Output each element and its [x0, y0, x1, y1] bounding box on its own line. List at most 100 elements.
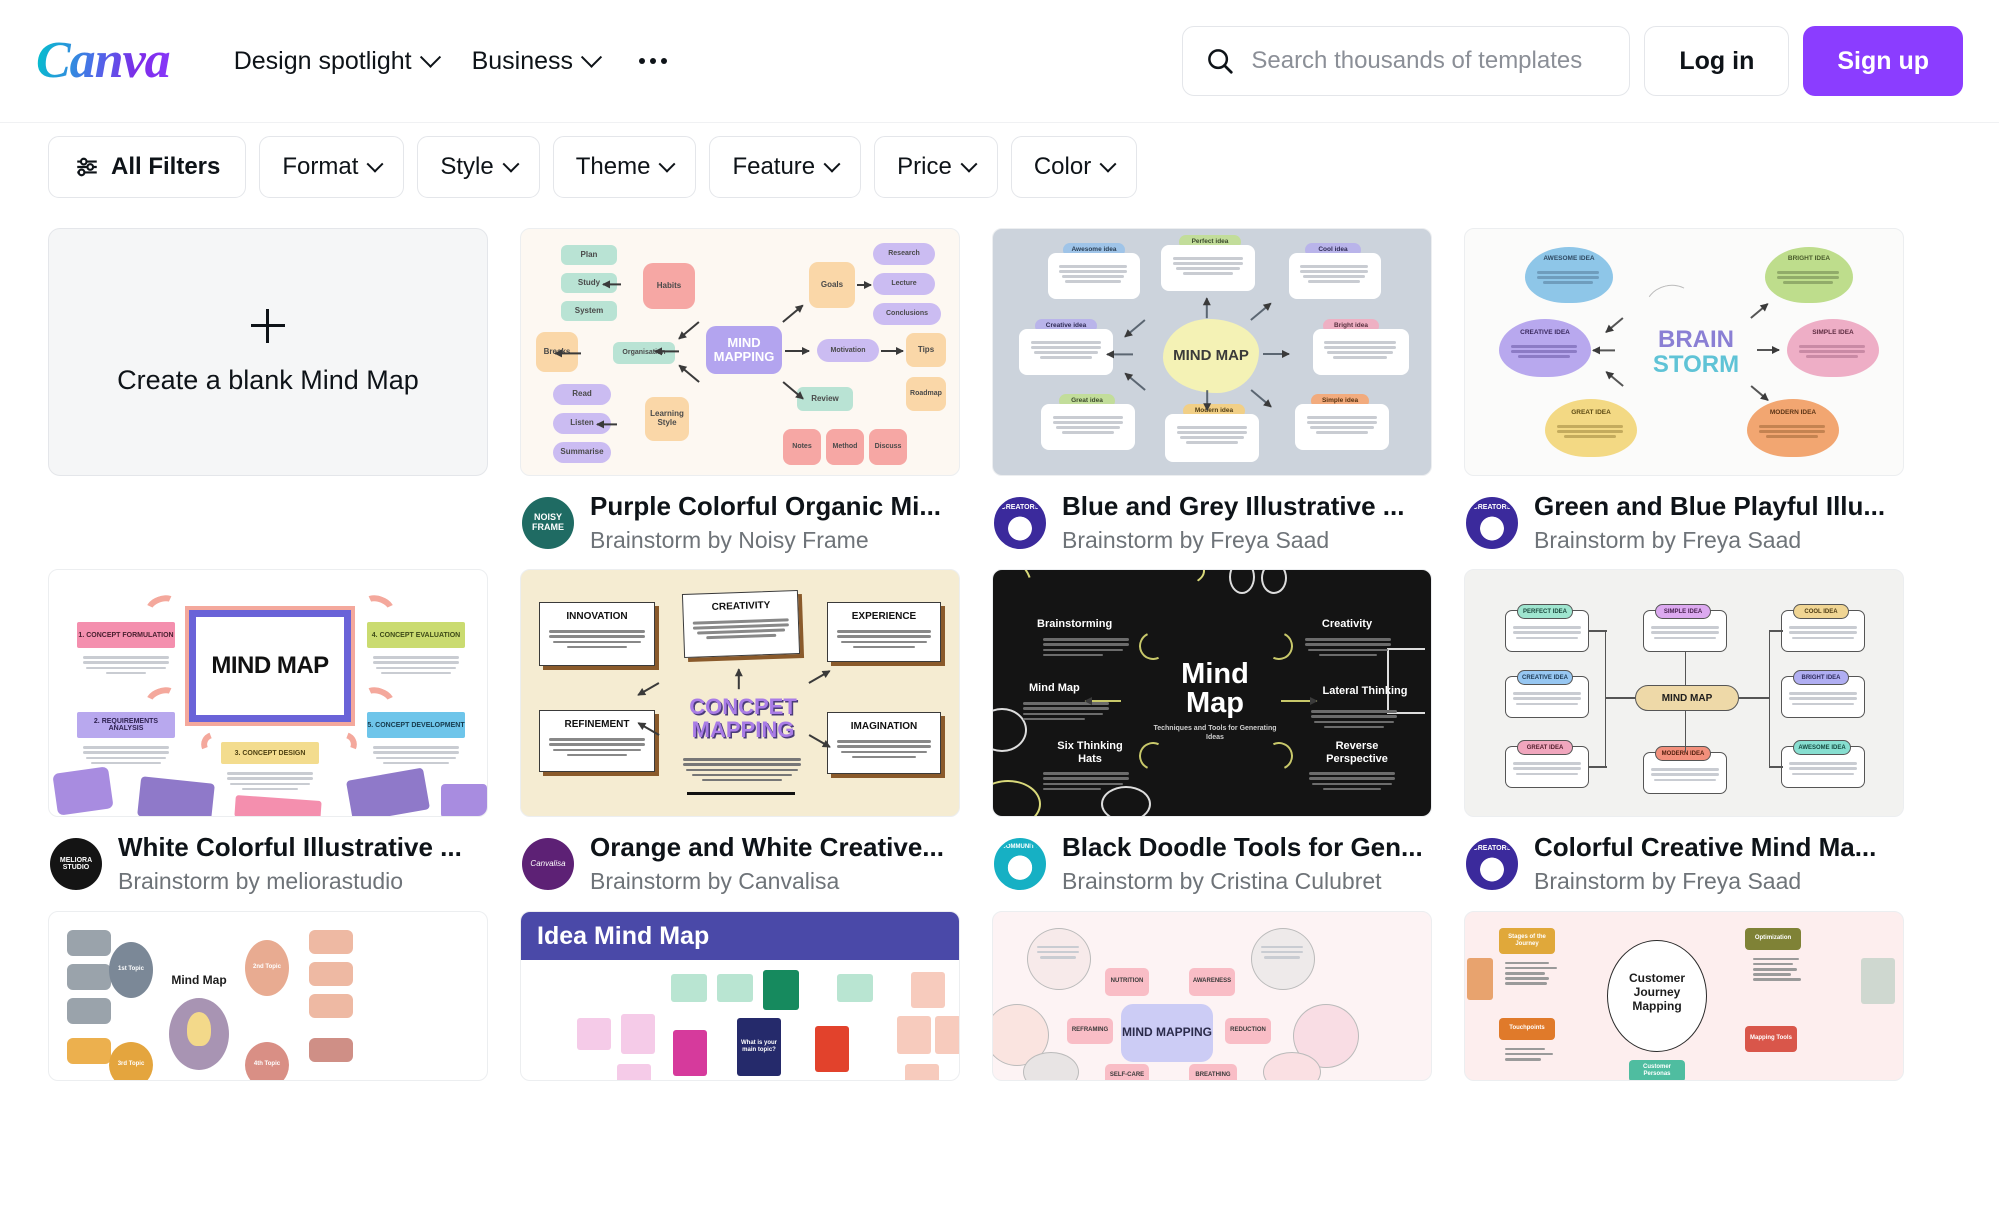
plus-icon	[251, 309, 285, 343]
template-thumbnail[interactable]: Stages of the Journey Optimization Touch…	[1464, 911, 1904, 1081]
avatar[interactable]: CREATORS	[1466, 838, 1518, 890]
filter-feature[interactable]: Feature	[709, 136, 861, 198]
template-thumbnail[interactable]: Idea Mind Map What is your main topic?	[520, 911, 960, 1081]
mindmap-center-node: MIND MAP	[1163, 324, 1259, 388]
template-card[interactable]: Stages of the Journey Optimization Touch…	[1464, 911, 1904, 1081]
site-header: Canva Design spotlight Business Log in S…	[0, 0, 1999, 122]
connector-arrow	[857, 284, 871, 286]
avatar[interactable]: MELIORA STUDIO	[50, 838, 102, 890]
mindmap-center-node: Mind Map	[164, 972, 234, 990]
avatar[interactable]: CREATORS	[1466, 497, 1518, 549]
filter-price[interactable]: Price	[874, 136, 998, 198]
nav-design-spotlight[interactable]: Design spotlight	[234, 47, 438, 76]
template-thumbnail[interactable]: Plan Study System Habits Breaks Organisa…	[520, 228, 960, 476]
template-title[interactable]: Colorful Creative Mind Ma...	[1534, 831, 1904, 864]
avatar[interactable]: NOISY FRAME	[522, 497, 574, 549]
mindmap-center-node: CONCPET MAPPING	[679, 692, 807, 744]
filter-color[interactable]: Color	[1011, 136, 1137, 198]
template-title[interactable]: Green and Blue Playful Illu...	[1534, 490, 1904, 523]
search-input[interactable]	[1251, 47, 1607, 75]
mindmap-node: Lecture	[873, 273, 935, 295]
template-title[interactable]: White Colorful Illustrative ...	[118, 831, 488, 864]
template-card[interactable]: Awesome idea Perfect idea Cool idea Crea…	[992, 228, 1432, 555]
template-thumbnail[interactable]: Brainstorming Mind Map Six Thinking Hats…	[992, 569, 1432, 817]
template-thumbnail[interactable]: Awesome idea Perfect idea Cool idea Crea…	[992, 228, 1432, 476]
lorem-lines	[1557, 425, 1623, 438]
connector-arrow	[808, 671, 830, 685]
mindmap-node: SIMPLE IDEA	[1787, 325, 1879, 341]
template-title[interactable]: Purple Colorful Organic Mi...	[590, 490, 960, 523]
create-blank-mind-map-button[interactable]: Create a blank Mind Map	[48, 228, 488, 476]
mindmap-node: 4. CONCEPT EVALUATION	[367, 622, 465, 648]
signup-button[interactable]: Sign up	[1803, 26, 1963, 96]
template-thumbnail[interactable]: INNOVATION CREATIVITY EXPERIENCE REFINEM…	[520, 569, 960, 817]
filter-format[interactable]: Format	[259, 136, 404, 198]
template-card[interactable]: Plan Study System Habits Breaks Organisa…	[520, 228, 960, 555]
template-thumbnail[interactable]: NUTRITION AWARENESS REFRAMING REDUCTION …	[992, 911, 1432, 1081]
mindmap-node	[671, 974, 707, 1002]
mindmap-node: Method	[826, 429, 864, 465]
template-title[interactable]: Orange and White Creative...	[590, 831, 960, 864]
filter-style[interactable]: Style	[417, 136, 539, 198]
connector-arrow	[1250, 389, 1271, 408]
lorem-lines	[1309, 772, 1395, 790]
template-thumbnail[interactable]: MIND MAP 1. CONCEPT FORMULATION 2. REQUI…	[48, 569, 488, 817]
connector-line	[1739, 697, 1769, 698]
mindmap-node: Touchpoints	[1499, 1018, 1555, 1040]
template-thumbnail[interactable]: 1st Topic 3rd Topic 2nd Topic 4th Topic …	[48, 911, 488, 1081]
chevron-down-icon	[502, 155, 519, 172]
mindmap-node: GREAT IDEA	[1545, 405, 1637, 421]
lorem-lines	[837, 740, 931, 758]
curved-arrow	[1261, 628, 1297, 664]
filter-label: Theme	[576, 153, 651, 181]
avatar[interactable]: Canvalisa	[522, 838, 574, 890]
template-card[interactable]: 1st Topic 3rd Topic 2nd Topic 4th Topic …	[48, 911, 488, 1081]
mindmap-node: Roadmap	[906, 377, 946, 411]
canva-logo[interactable]: Canva	[36, 35, 176, 87]
mindmap-node: Tips	[906, 333, 946, 367]
template-byline: Brainstorm by Cristina Culubret	[1062, 867, 1432, 897]
template-byline: Brainstorm by Canvalisa	[590, 867, 960, 897]
template-title[interactable]: Blue and Grey Illustrative ...	[1062, 490, 1432, 523]
mindmap-node	[67, 998, 111, 1024]
connector-arrow	[1750, 385, 1768, 401]
login-button[interactable]: Log in	[1644, 26, 1789, 96]
template-card[interactable]: Brainstorming Mind Map Six Thinking Hats…	[992, 569, 1432, 896]
template-thumbnail[interactable]: PERFECT IDEA SIMPLE IDEA COOL IDEA CREAT…	[1464, 569, 1904, 817]
lightbulb-icon	[187, 1012, 211, 1046]
mindmap-node	[905, 1064, 939, 1081]
connector-line	[1589, 630, 1607, 631]
mindmap-node	[815, 1026, 849, 1072]
nav-business[interactable]: Business	[472, 47, 599, 76]
mindmap-node: Plan	[561, 245, 617, 265]
mindmap-node: Goals	[809, 262, 855, 308]
template-thumbnail[interactable]: AWESOME IDEA BRIGHT IDEA CREATIVE IDEA S…	[1464, 228, 1904, 476]
mindmap-node: Conclusions	[873, 303, 941, 325]
lorem-lines	[1305, 638, 1391, 656]
avatar[interactable]: CREATORS	[994, 497, 1046, 549]
connector-line	[1605, 697, 1635, 698]
avatar-label: MELIORA STUDIO	[50, 857, 102, 872]
template-card[interactable]: INNOVATION CREATIVITY EXPERIENCE REFINEM…	[520, 569, 960, 896]
template-card[interactable]: NUTRITION AWARENESS REFRAMING REDUCTION …	[992, 911, 1432, 1081]
template-card[interactable]: AWESOME IDEA BRIGHT IDEA CREATIVE IDEA S…	[1464, 228, 1904, 555]
more-horizontal-icon[interactable]	[633, 48, 673, 74]
template-card[interactable]: PERFECT IDEA SIMPLE IDEA COOL IDEA CREAT…	[1464, 569, 1904, 896]
mindmap-node	[309, 994, 353, 1018]
search-box[interactable]	[1182, 26, 1630, 96]
blank-template-card[interactable]: Create a blank Mind Map	[48, 228, 488, 555]
lorem-lines	[227, 772, 313, 790]
avatar[interactable]: COMMUNITY	[994, 838, 1046, 890]
decor-shape	[137, 777, 215, 818]
filter-theme[interactable]: Theme	[553, 136, 697, 198]
mindmap-node: SELF-CARE	[1105, 1064, 1149, 1081]
template-card[interactable]: MIND MAP 1. CONCEPT FORMULATION 2. REQUI…	[48, 569, 488, 896]
mindmap-center-node: MIND MAPPING	[1121, 1004, 1213, 1062]
lorem-lines	[1759, 425, 1825, 438]
mindmap-node: GREAT IDEA	[1517, 740, 1573, 755]
mindmap-node	[67, 964, 111, 990]
all-filters-button[interactable]: All Filters	[48, 136, 246, 198]
connector-line	[1769, 697, 1770, 767]
template-card[interactable]: Idea Mind Map What is your main topic?	[520, 911, 960, 1081]
template-title[interactable]: Black Doodle Tools for Gen...	[1062, 831, 1432, 864]
